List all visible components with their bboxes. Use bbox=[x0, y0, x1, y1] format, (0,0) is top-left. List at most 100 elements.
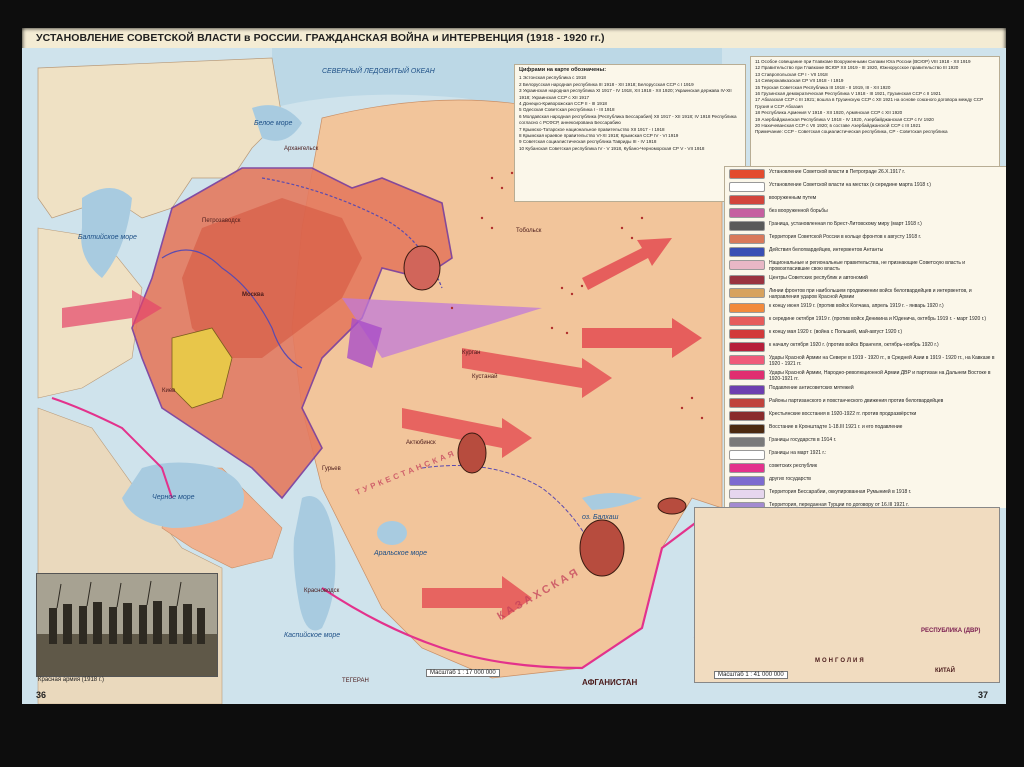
soldiers-image bbox=[37, 574, 217, 676]
numbers-legend: Цифрами на карте обозначены: 1 Эстонская… bbox=[514, 64, 746, 202]
legend-row: вооруженным путем bbox=[729, 195, 1002, 205]
legend-row: Национальные и региональные правительств… bbox=[729, 260, 1002, 272]
label-kitay: КИТАЙ bbox=[935, 668, 955, 674]
legend-swatch bbox=[729, 424, 765, 434]
legend-text: других государств bbox=[769, 476, 811, 482]
legend-text: Национальные и региональные правительств… bbox=[769, 260, 966, 272]
numbers-legend-item: Примечание: ССР - Советская социалистиче… bbox=[755, 129, 948, 135]
legend-swatch bbox=[729, 275, 765, 285]
legend-row: Подавление антисоветских мятежей bbox=[729, 385, 1002, 395]
legend-text: к концу июня 1919 г. (против войск Колча… bbox=[769, 303, 944, 309]
label-guryev: Гурьев bbox=[322, 466, 341, 472]
legend-swatch bbox=[729, 463, 765, 473]
red-army-photo bbox=[36, 573, 218, 677]
legend-swatch bbox=[729, 370, 765, 380]
label-white-sea: Белое море bbox=[254, 120, 293, 127]
legend-text: к середине октября 1919 г. (против войск… bbox=[769, 316, 986, 322]
legend-row: Восстание в Кронштадте 1-18.III 1921 г. … bbox=[729, 424, 1002, 434]
photo-caption: Красная армия (1918 г.) bbox=[38, 677, 104, 683]
legend-text: Граница, установленная по Брест-Литовско… bbox=[769, 221, 922, 227]
label-tegeran: ТЕГЕРАН bbox=[342, 678, 369, 684]
inset-map-far-east: РЕСПУБЛИКА (ДВР) МОНГОЛИЯ КИТАЙ bbox=[694, 507, 1000, 683]
peasant-uprising bbox=[657, 497, 687, 515]
legend-text: вооруженным путем bbox=[769, 195, 817, 201]
legend-row: Крестьянские восстания в 1920-1922 гг. п… bbox=[729, 411, 1002, 421]
legend-text: Действия белогвардейцев, интервентов Ант… bbox=[769, 247, 884, 253]
legend-row: Линии фронтов при наибольшем продвижении… bbox=[729, 288, 1002, 300]
peasant-uprising bbox=[403, 245, 441, 291]
label-mongolia: МОНГОЛИЯ bbox=[815, 658, 866, 664]
label-moscow: Москва bbox=[242, 292, 264, 298]
scale-inset: Масштаб 1 : 41 000 000 bbox=[714, 671, 788, 679]
legend-row: Границы государств в 1914 г. bbox=[729, 437, 1002, 447]
legend-swatch bbox=[729, 437, 765, 447]
legend-row: Районы партизанского и повстанческого дв… bbox=[729, 398, 1002, 408]
legend-swatch bbox=[729, 450, 765, 460]
legend-swatch bbox=[729, 316, 765, 326]
legend-row: советских республик bbox=[729, 463, 1002, 473]
legend-text: Подавление антисоветских мятежей bbox=[769, 385, 854, 391]
page-title: УСТАНОВЛЕНИЕ СОВЕТСКОЙ ВЛАСТИ в РОССИИ. … bbox=[36, 32, 605, 44]
legend-text: Центры Советских республик и автономий bbox=[769, 275, 868, 281]
legend-text: Установление Советской власти в Петрогра… bbox=[769, 169, 905, 175]
legend-text: Линии фронтов при наибольшем продвижении… bbox=[769, 288, 972, 300]
legend-text: Территория Бессарабии, оккупированная Ру… bbox=[769, 489, 912, 495]
page-number-right: 37 bbox=[978, 690, 989, 700]
legend-row: Действия белогвардейцев, интервентов Ант… bbox=[729, 247, 1002, 257]
legend-text: Территория Советской России в кольце фро… bbox=[769, 234, 922, 240]
label-krasnovodsk: Красноводск bbox=[304, 588, 340, 594]
legend-text: Установление Советской власти на местах … bbox=[769, 182, 931, 188]
aral-sea bbox=[377, 521, 407, 545]
legend-row: Территория Советской России в кольце фро… bbox=[729, 234, 1002, 244]
label-kustanai: Кустанай bbox=[472, 374, 498, 380]
legend-row: Центры Советских республик и автономий bbox=[729, 275, 1002, 285]
legend-swatch bbox=[729, 329, 765, 339]
legend-text: Удары Красной Армии, Народно-революционн… bbox=[769, 370, 991, 382]
legend-row: Граница, установленная по Брест-Литовско… bbox=[729, 221, 1002, 231]
label-afghanistan: АФГАНИСТАН bbox=[582, 678, 638, 687]
label-petrozavodsk: Петрозаводск bbox=[202, 218, 241, 224]
legend-row: к началу октября 1920 г. (против войск В… bbox=[729, 342, 1002, 352]
label-aktyubinsk: Актюбинск bbox=[406, 440, 436, 446]
numbers-legend-item: 3 Украинская народная республика XI 1917… bbox=[519, 88, 732, 100]
numbers-legend-item: 10 Кубанская Советская республика IV - V… bbox=[519, 145, 705, 151]
legend-text: без вооруженной борьбы bbox=[769, 208, 828, 214]
legend-row: к концу мая 1920 г. (война с Польшей, ма… bbox=[729, 329, 1002, 339]
label-arctic-ocean: СЕВЕРНЫЙ ЛЕДОВИТЫЙ ОКЕАН bbox=[322, 68, 435, 75]
legend-swatch bbox=[729, 195, 765, 205]
legend-text: Районы партизанского и повстанческого дв… bbox=[769, 398, 944, 404]
peasant-uprising bbox=[457, 432, 487, 474]
legend-row: Установление Советской власти в Петрогра… bbox=[729, 169, 1002, 179]
legend-swatch bbox=[729, 288, 765, 298]
legend-text: Удары Красной Армии на Севере в 1919 - 1… bbox=[769, 355, 995, 367]
legend-swatch bbox=[729, 385, 765, 395]
legend-swatch bbox=[729, 355, 765, 365]
legend-swatch bbox=[729, 303, 765, 313]
legend-swatch bbox=[729, 234, 765, 244]
label-kurgan: Курган bbox=[462, 350, 481, 356]
legend-swatch bbox=[729, 411, 765, 421]
legend-swatch bbox=[729, 169, 765, 179]
legend-text: Восстание в Кронштадте 1-18.III 1921 г. … bbox=[769, 424, 903, 430]
legend-row: Территория Бессарабии, оккупированная Ру… bbox=[729, 489, 1002, 499]
legend-swatch bbox=[729, 342, 765, 352]
legend-swatch bbox=[729, 182, 765, 192]
label-aral-sea: Аральское море bbox=[374, 550, 428, 557]
legend-row: к середине октября 1919 г. (против войск… bbox=[729, 316, 1002, 326]
legend-swatch bbox=[729, 476, 765, 486]
legend-text: к концу мая 1920 г. (война с Польшей, ма… bbox=[769, 329, 903, 335]
label-balkhash: оз. Балхаш bbox=[582, 514, 619, 521]
numbers-legend-heading: Цифрами на карте обозначены: bbox=[519, 67, 607, 73]
legend-row: Установление Советской власти на местах … bbox=[729, 182, 1002, 192]
peasant-uprising bbox=[579, 519, 625, 577]
legend-row: других государств bbox=[729, 476, 1002, 486]
legend-swatch bbox=[729, 398, 765, 408]
numbers-legend-item: 17 Абхазская ССР с III 1921; вошла в Гру… bbox=[755, 97, 984, 109]
legend-row: без вооруженной борьбы bbox=[729, 208, 1002, 218]
numbers-legend-item: 6 Молдавская народная республика (Респуб… bbox=[519, 113, 737, 126]
legend-row: Границы на март 1921 г.: bbox=[729, 450, 1002, 460]
legend-text: к началу октября 1920 г. (против войск В… bbox=[769, 342, 939, 348]
legend-swatch bbox=[729, 221, 765, 231]
label-baltic-sea: Балтийское море bbox=[78, 234, 137, 241]
legend-swatch bbox=[729, 489, 765, 499]
